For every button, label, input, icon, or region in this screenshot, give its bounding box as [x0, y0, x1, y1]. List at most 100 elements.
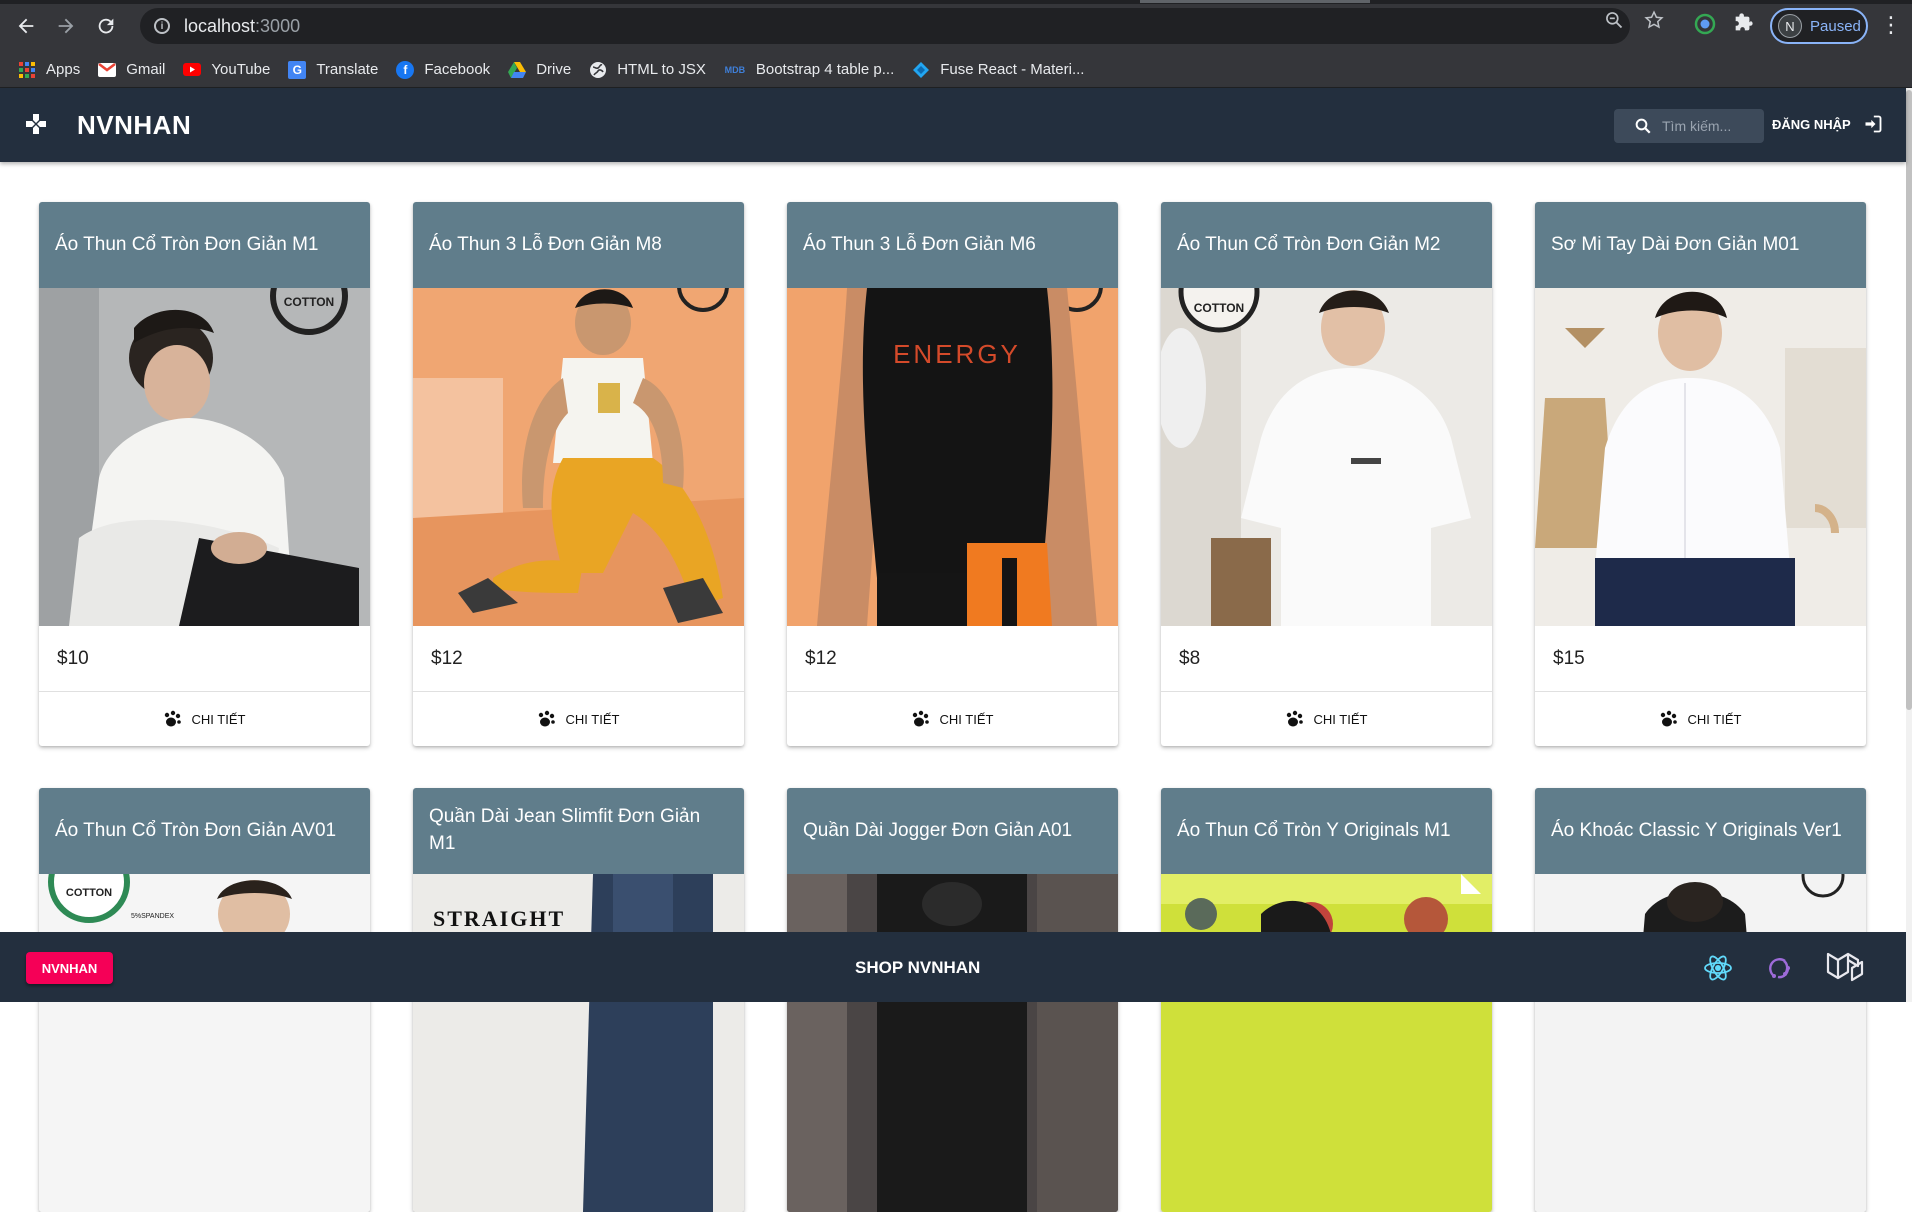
detail-label: CHI TIẾT [1687, 711, 1742, 727]
extension-icon[interactable] [1693, 12, 1719, 38]
cotton-label: COTTON [1194, 301, 1244, 315]
cotton-label: COTTON [284, 295, 334, 309]
paw-icon [1286, 710, 1304, 728]
profile-button[interactable]: N Paused [1770, 8, 1868, 44]
bookmark-drive[interactable]: Drive [508, 61, 571, 79]
product-image[interactable] [1535, 874, 1866, 1212]
product-image[interactable] [787, 874, 1118, 1212]
bookmark-youtube[interactable]: YouTube [183, 61, 270, 79]
product-image[interactable] [1535, 288, 1866, 626]
url-port: :3000 [255, 15, 301, 36]
bookmark-label: Facebook [424, 61, 491, 78]
detail-button[interactable]: CHI TIẾT [787, 692, 1118, 746]
detail-button[interactable]: CHI TIẾT [1535, 692, 1866, 746]
app-header: NVNHAN ĐĂNG NHẬP [0, 88, 1906, 162]
app-footer: NVNHAN SHOP NVNHAN [0, 932, 1906, 1002]
search-icon [1634, 117, 1652, 135]
puzzle-icon[interactable] [1732, 12, 1758, 38]
drive-icon [508, 61, 527, 79]
bookmark-label: Fuse React - Materi... [940, 61, 1085, 78]
detail-label: CHI TIẾT [191, 711, 246, 727]
bookmark-fuse-react[interactable]: Fuse React - Materi... [912, 61, 1084, 79]
product-title: Áo Khoác Classic Y Originals Ver1 [1535, 788, 1866, 874]
product-title: Áo Thun Cổ Tròn Đơn Giản M1 [39, 202, 370, 288]
bookmark-apps[interactable]: Apps [18, 61, 80, 79]
more-menu-icon[interactable]: ⋮ [1880, 12, 1902, 38]
product-price: $15 [1535, 626, 1866, 692]
bookmark-label: Drive [536, 61, 572, 78]
paw-icon [538, 710, 556, 728]
brand-title[interactable]: NVNHAN [77, 110, 191, 141]
zoom-icon[interactable] [1604, 10, 1624, 36]
spandex-label: 5%SPANDEX [131, 913, 174, 920]
gamepad-logo-icon[interactable] [26, 114, 48, 136]
youtube-icon [183, 61, 202, 79]
paw-icon [1660, 710, 1678, 728]
product-image[interactable]: COTTON [1161, 288, 1492, 626]
login-button[interactable]: ĐĂNG NHẬP [1772, 114, 1883, 134]
product-card: Áo Thun 3 Lỗ Đơn Giản M6 ENERGY $12 CHI … [787, 202, 1118, 746]
reload-icon[interactable] [92, 12, 120, 40]
address-bar[interactable]: i localhost:3000 [140, 8, 1630, 44]
react-icon[interactable] [1700, 950, 1736, 986]
detail-button[interactable]: CHI TIẾT [39, 692, 370, 746]
bookmark-label: YouTube [211, 61, 271, 78]
product-image[interactable] [1161, 874, 1492, 1212]
login-label: ĐĂNG NHẬP [1772, 116, 1851, 132]
product-title: Sơ Mi Tay Dài Đơn Giản M01 [1535, 202, 1866, 288]
product-card: Áo Thun Cổ Tròn Đơn Giản M1 COTTON $10 C… [39, 202, 370, 746]
profile-status: Paused [1810, 17, 1861, 35]
product-card: Áo Thun Cổ Tròn Đơn Giản M2 COTTON $8 CH… [1161, 202, 1492, 746]
bookmark-label: Apps [46, 61, 81, 78]
search-box[interactable] [1614, 109, 1764, 143]
login-icon [1863, 114, 1883, 134]
product-title: Áo Thun Cổ Tròn Đơn Giản M2 [1161, 202, 1492, 288]
product-image[interactable] [413, 288, 744, 626]
detail-label: CHI TIẾT [1313, 711, 1368, 727]
paw-icon [164, 710, 182, 728]
paw-icon [912, 710, 930, 728]
gmail-icon [98, 61, 117, 79]
translate-icon: G [288, 60, 307, 79]
page-scrollbar[interactable] [1906, 88, 1912, 1002]
bookmark-gmail[interactable]: Gmail [98, 61, 165, 79]
apps-grid-icon [18, 61, 36, 79]
bookmark-html-to-jsx[interactable]: HTML to JSX [589, 61, 706, 79]
product-title: Áo Thun 3 Lỗ Đơn Giản M8 [413, 202, 744, 288]
site-info-icon[interactable]: i [154, 18, 170, 34]
bookmark-translate[interactable]: G Translate [288, 60, 379, 79]
product-title: Áo Thun 3 Lỗ Đơn Giản M6 [787, 202, 1118, 288]
tab-strip-edge [0, 0, 1912, 4]
bookmark-label: Gmail [126, 61, 166, 78]
product-image[interactable]: STRAIGHT [413, 874, 744, 1212]
forward-icon[interactable] [52, 12, 80, 40]
bookmark-label: HTML to JSX [617, 61, 706, 78]
energy-label: ENERGY [893, 339, 1021, 369]
url-host: localhost [184, 15, 256, 36]
product-image[interactable]: COTTON 5%SPANDEX [39, 874, 370, 1212]
bookmark-facebook[interactable]: f Facebook [396, 60, 491, 79]
bookmark-star-icon[interactable] [1644, 10, 1664, 36]
redux-icon[interactable] [1762, 950, 1798, 986]
bookmark-label: Translate [316, 61, 379, 78]
product-price: $12 [787, 626, 1118, 692]
detail-button[interactable]: CHI TIẾT [413, 692, 744, 746]
bookmark-bootstrap[interactable]: MDB Bootstrap 4 table p... [724, 61, 895, 79]
product-card: Áo Thun 3 Lỗ Đơn Giản M8 $12 CHI TIẾT [413, 202, 744, 746]
material-ui-icon[interactable] [1826, 950, 1864, 986]
scrollbar-thumb[interactable] [1906, 90, 1912, 710]
detail-label: CHI TIẾT [939, 711, 994, 727]
product-image[interactable]: ENERGY [787, 288, 1118, 626]
search-input[interactable] [1662, 118, 1762, 134]
product-image[interactable]: COTTON [39, 288, 370, 626]
fuse-icon [912, 61, 930, 79]
mdb-icon: MDB [724, 64, 746, 75]
bookmark-label: Bootstrap 4 table p... [755, 61, 895, 78]
product-title: Áo Thun Cổ Tròn Đơn Giản AV01 [39, 788, 370, 874]
product-title: Quần Dài Jogger Đơn Giản A01 [787, 788, 1118, 874]
back-icon[interactable] [12, 12, 40, 40]
footer-brand-button[interactable]: NVNHAN [26, 952, 113, 984]
product-title: Áo Thun Cổ Tròn Y Originals M1 [1161, 788, 1492, 874]
detail-button[interactable]: CHI TIẾT [1161, 692, 1492, 746]
detail-label: CHI TIẾT [565, 711, 620, 727]
